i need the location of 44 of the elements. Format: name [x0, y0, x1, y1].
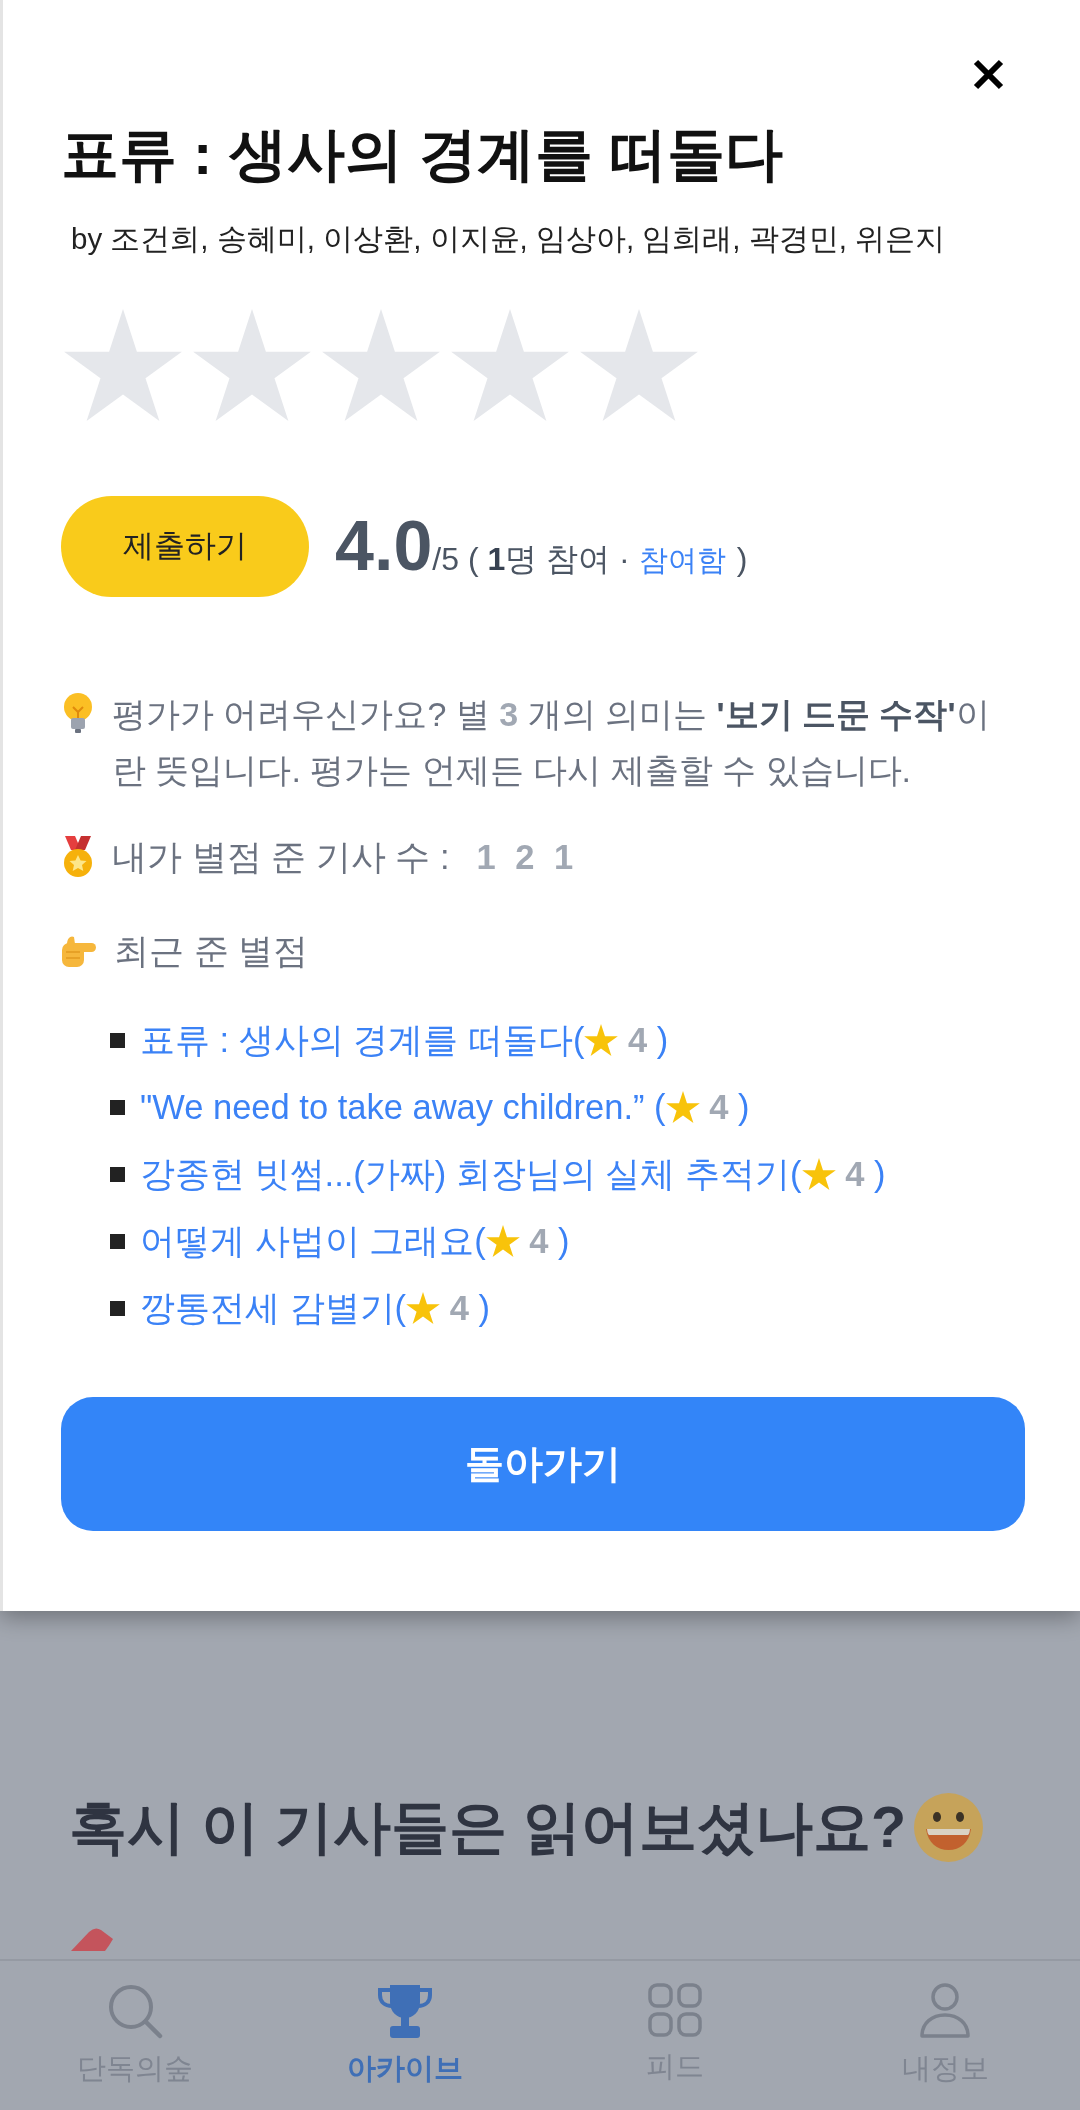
article-link[interactable]: 표류 : 생사의 경계를 떠돌다( 4 )	[140, 1019, 669, 1062]
star-icon[interactable]	[322, 308, 440, 421]
star-icon	[665, 1090, 700, 1123]
star-icon	[485, 1224, 520, 1257]
back-button[interactable]: 돌아가기	[61, 1396, 1025, 1531]
article-link[interactable]: 깡통전세 감별기( 4 )	[140, 1287, 490, 1330]
grinning-face-icon	[914, 1792, 984, 1862]
star-icon[interactable]	[64, 308, 182, 421]
trophy-icon	[375, 1983, 435, 2039]
rating-summary-end: )	[736, 539, 748, 579]
star-rating[interactable]	[64, 308, 698, 421]
article-link[interactable]: 어떻게 사법이 그래요( 4 )	[140, 1220, 570, 1263]
average-score: 4.0	[335, 510, 433, 581]
pointing-hand-icon	[61, 933, 97, 968]
lightbulb-icon	[61, 692, 95, 733]
submit-button[interactable]: 제출하기	[61, 495, 309, 597]
medal-icon	[61, 835, 95, 878]
square-bullet-icon	[110, 1032, 125, 1048]
grid-icon	[648, 1983, 702, 2037]
rated-count-value: 1 2 1	[476, 836, 574, 878]
star-icon[interactable]	[451, 308, 569, 421]
recent-ratings-heading: 최근 준 별점	[114, 930, 309, 972]
author-byline: by 조건희, 송혜미, 이상환, 이지윤, 임상아, 임희래, 곽경민, 위은지	[71, 220, 947, 257]
close-icon[interactable]	[972, 58, 1005, 91]
star-icon	[406, 1291, 441, 1324]
square-bullet-icon	[110, 1233, 125, 1249]
article-title: 표류 : 생사의 경계를 떠돌다	[61, 120, 784, 188]
star-icon[interactable]	[193, 308, 311, 421]
star-icon[interactable]	[580, 308, 698, 421]
square-bullet-icon	[110, 1099, 125, 1115]
section-heading: 혹시 이 기사들은 읽어보셨나요?	[69, 1793, 907, 1861]
article-link[interactable]: "We need to take away children.” ( 4 )	[140, 1086, 750, 1129]
participated-link[interactable]: 참여함	[638, 538, 726, 583]
star-icon	[801, 1157, 836, 1190]
rating-summary: /5 ( 1명 참여 ·	[432, 540, 630, 579]
article-link[interactable]: 강종현 빗썸...(가짜) 회장님의 실체 추적기( 4 )	[140, 1153, 886, 1196]
square-bullet-icon	[110, 1166, 125, 1182]
person-icon	[919, 1983, 971, 2039]
star-icon	[584, 1023, 619, 1056]
rated-count-label: 내가 별점 준 기사 수 :	[112, 836, 450, 878]
search-icon	[107, 1983, 163, 2039]
rating-tip: 평가가 어려우신가요? 별 3 개의 의미는 '보기 드문 수작'이란 뜻입니다. 평가는 언제든 다시 제출할 수 있습니다.	[112, 693, 991, 791]
square-bullet-icon	[110, 1300, 125, 1316]
nav-tab[interactable]: 아카이브	[270, 1961, 540, 2110]
